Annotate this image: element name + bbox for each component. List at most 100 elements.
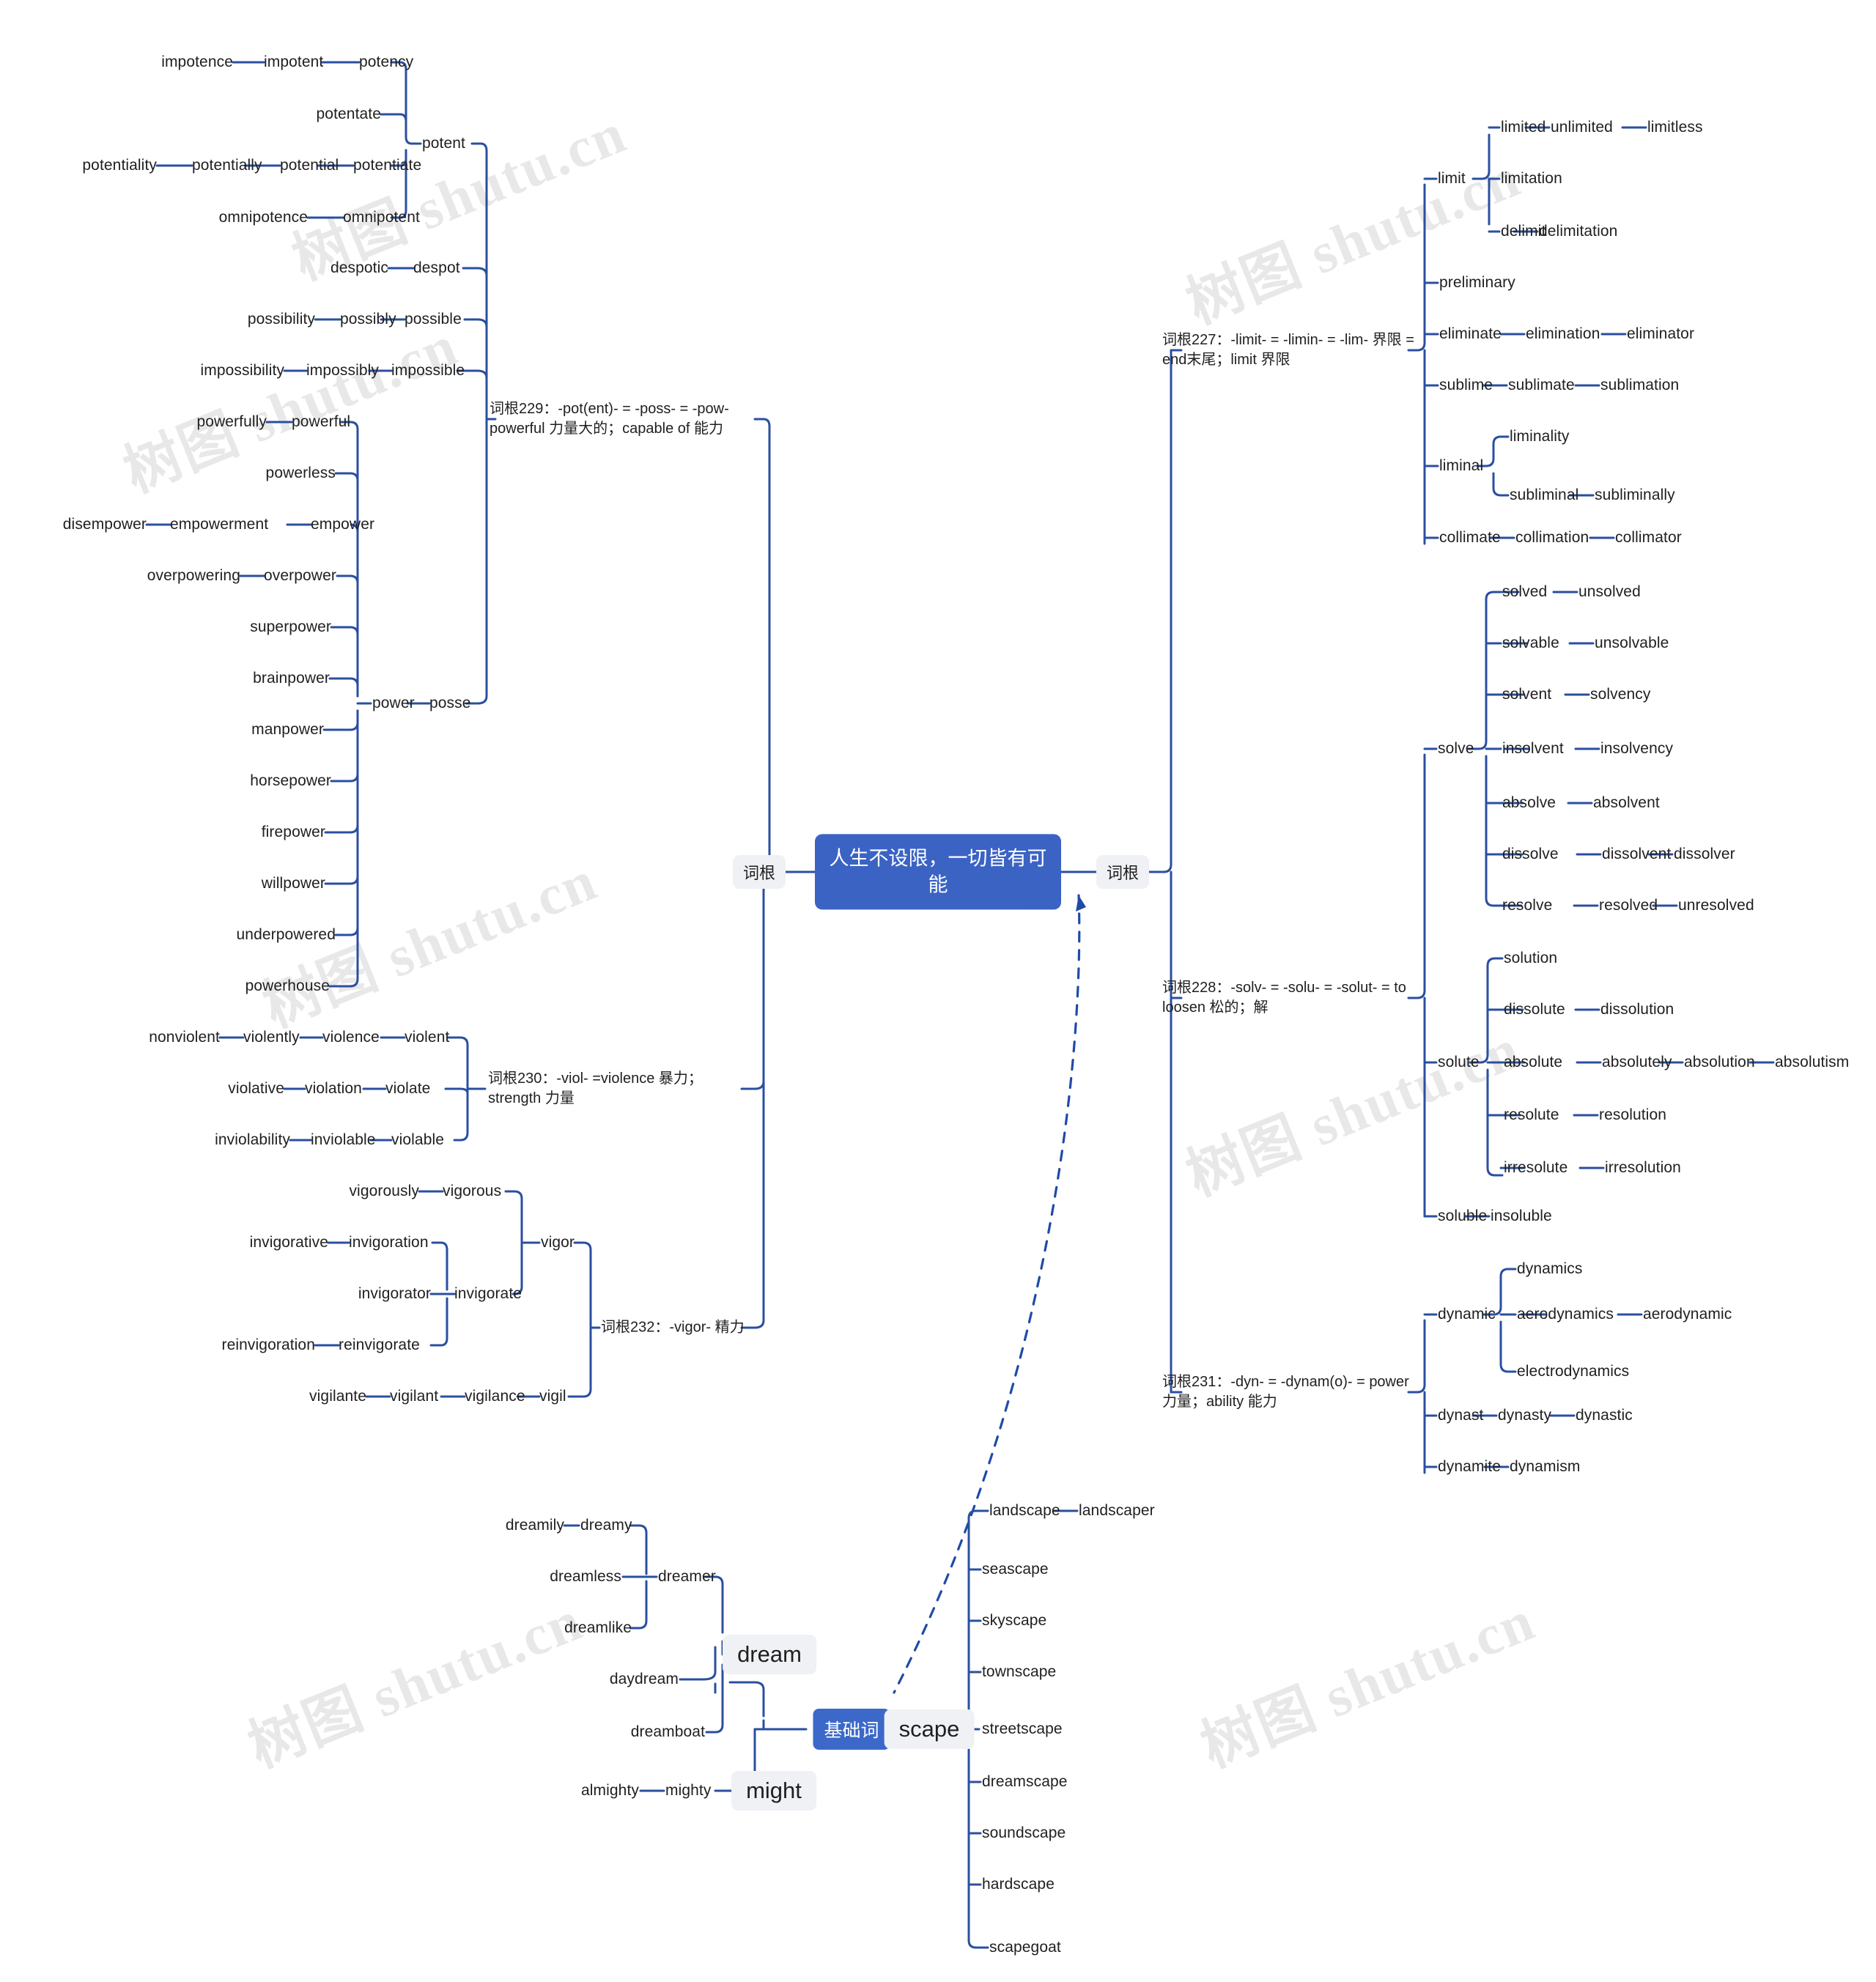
- node-unresolved[interactable]: unresolved: [1678, 896, 1754, 915]
- node-dynastic[interactable]: dynastic: [1576, 1406, 1633, 1425]
- node-disempower[interactable]: disempower: [63, 515, 147, 534]
- node-sublimate[interactable]: sublimate: [1508, 376, 1575, 395]
- node-potentate[interactable]: potentate: [317, 105, 381, 124]
- node-might[interactable]: might: [731, 1771, 816, 1811]
- node-vigorous[interactable]: vigorous: [443, 1182, 501, 1201]
- node-potentially[interactable]: potentially: [192, 156, 262, 175]
- node-skyscape[interactable]: skyscape: [982, 1611, 1046, 1630]
- node-liminality[interactable]: liminality: [1510, 427, 1570, 446]
- node-solvency[interactable]: solvency: [1590, 685, 1651, 704]
- node-empowerment[interactable]: empowerment: [170, 515, 268, 534]
- node-powerful[interactable]: powerful: [292, 413, 350, 432]
- node-empower[interactable]: empower: [311, 515, 374, 534]
- node-reinvigoration[interactable]: reinvigoration: [222, 1336, 315, 1355]
- node-elimination[interactable]: elimination: [1526, 325, 1600, 344]
- node-delimitation[interactable]: delimitation: [1539, 222, 1617, 241]
- node-electrodynamics[interactable]: electrodynamics: [1517, 1362, 1629, 1381]
- node-powerhouse[interactable]: powerhouse: [245, 977, 330, 996]
- node-omnipotence[interactable]: omnipotence: [219, 208, 308, 227]
- node-solved[interactable]: solved: [1502, 583, 1547, 602]
- node-violation[interactable]: violation: [305, 1079, 362, 1098]
- node-aerodynamics[interactable]: aerodynamics: [1517, 1305, 1614, 1324]
- node-solution[interactable]: solution: [1504, 949, 1557, 968]
- node-inviolable[interactable]: inviolable: [311, 1131, 376, 1150]
- node-soundscape[interactable]: soundscape: [982, 1824, 1066, 1843]
- node-dynast[interactable]: dynast: [1438, 1406, 1483, 1425]
- node-brainpower[interactable]: brainpower: [253, 669, 330, 688]
- node-invigorative[interactable]: invigorative: [250, 1233, 328, 1252]
- node-aerodynamic[interactable]: aerodynamic: [1643, 1305, 1732, 1324]
- node-overpowering[interactable]: overpowering: [147, 566, 240, 585]
- node-absolution[interactable]: absolution: [1684, 1053, 1755, 1072]
- node-almighty[interactable]: almighty: [581, 1781, 639, 1800]
- node-collimator[interactable]: collimator: [1615, 528, 1682, 547]
- node-limited[interactable]: limited: [1501, 118, 1546, 137]
- node-solvent[interactable]: solvent: [1502, 685, 1551, 704]
- node-invigorator[interactable]: invigorator: [358, 1284, 431, 1304]
- node-underpowered[interactable]: underpowered: [237, 925, 336, 944]
- node-despotic[interactable]: despotic: [330, 259, 388, 278]
- node-powerless[interactable]: powerless: [266, 464, 336, 483]
- node-mighty[interactable]: mighty: [665, 1781, 711, 1800]
- node-impotence[interactable]: impotence: [161, 53, 233, 72]
- node-unlimited[interactable]: unlimited: [1551, 118, 1613, 137]
- node-soluble[interactable]: soluble: [1438, 1207, 1487, 1226]
- node-dissolver[interactable]: dissolver: [1674, 845, 1735, 864]
- node-violently[interactable]: violently: [243, 1028, 300, 1047]
- node-landscape[interactable]: landscape: [989, 1501, 1060, 1520]
- node-vigilant[interactable]: vigilant: [390, 1387, 438, 1406]
- node-potent[interactable]: potent: [422, 134, 465, 153]
- node-violence[interactable]: violence: [322, 1028, 380, 1047]
- node-dynamics[interactable]: dynamics: [1517, 1260, 1583, 1279]
- node-superpower[interactable]: superpower: [250, 618, 331, 637]
- node-power[interactable]: power: [372, 694, 415, 713]
- node-irresolution[interactable]: irresolution: [1605, 1158, 1681, 1177]
- node-potentiality[interactable]: potentiality: [82, 156, 157, 175]
- node-dynamic[interactable]: dynamic: [1438, 1305, 1496, 1324]
- node-vigil[interactable]: vigil: [539, 1387, 566, 1406]
- node-potency[interactable]: potency: [359, 53, 413, 72]
- node-preliminary[interactable]: preliminary: [1439, 273, 1515, 292]
- node-firepower[interactable]: firepower: [262, 823, 325, 842]
- node-omnipotent[interactable]: omnipotent: [343, 208, 420, 227]
- node-unsolved[interactable]: unsolved: [1578, 583, 1641, 602]
- node-insoluble[interactable]: insoluble: [1491, 1207, 1552, 1226]
- node-streetscape[interactable]: streetscape: [982, 1720, 1063, 1739]
- node-insolvent[interactable]: insolvent: [1502, 739, 1564, 758]
- node-daydream[interactable]: daydream: [610, 1670, 679, 1689]
- node-violable[interactable]: violable: [391, 1131, 444, 1150]
- node-dreamlike[interactable]: dreamlike: [564, 1619, 632, 1638]
- node-solute[interactable]: solute: [1438, 1053, 1480, 1072]
- node-dynamism[interactable]: dynamism: [1510, 1457, 1581, 1476]
- node-eliminator[interactable]: eliminator: [1627, 325, 1694, 344]
- node-posse[interactable]: posse: [429, 694, 471, 713]
- node-collimate[interactable]: collimate: [1439, 528, 1501, 547]
- node-possibly[interactable]: possibly: [340, 310, 396, 329]
- node-eliminate[interactable]: eliminate: [1439, 325, 1502, 344]
- node-violative[interactable]: violative: [228, 1079, 284, 1098]
- node-scape[interactable]: scape: [884, 1709, 975, 1749]
- node-invigoration[interactable]: invigoration: [349, 1233, 429, 1252]
- node-vigilante[interactable]: vigilante: [309, 1387, 366, 1406]
- node-inviolability[interactable]: inviolability: [215, 1131, 290, 1150]
- node-insolvency[interactable]: insolvency: [1600, 739, 1673, 758]
- node-solve[interactable]: solve: [1438, 739, 1474, 758]
- branch-label-basic[interactable]: 基础词: [813, 1709, 890, 1750]
- branch-label-left-cigen[interactable]: 词根: [732, 855, 786, 889]
- node-unsolvable[interactable]: unsolvable: [1595, 634, 1669, 653]
- node-sublime[interactable]: sublime: [1439, 376, 1493, 395]
- node-possibility[interactable]: possibility: [248, 310, 315, 329]
- node-resolute[interactable]: resolute: [1504, 1106, 1559, 1125]
- node-dissolvent[interactable]: dissolvent: [1602, 845, 1671, 864]
- node-dynamite[interactable]: dynamite: [1438, 1457, 1501, 1476]
- node-vigilance[interactable]: vigilance: [465, 1387, 525, 1406]
- node-absolute[interactable]: absolute: [1504, 1053, 1562, 1072]
- node-impotent[interactable]: impotent: [264, 53, 323, 72]
- node-dreamboat[interactable]: dreamboat: [631, 1723, 705, 1742]
- node-overpower[interactable]: overpower: [264, 566, 336, 585]
- node-potentiate[interactable]: potentiate: [353, 156, 421, 175]
- node-scapegoat[interactable]: scapegoat: [989, 1938, 1061, 1957]
- node-dissolution[interactable]: dissolution: [1600, 1000, 1674, 1019]
- node-willpower[interactable]: willpower: [262, 874, 325, 893]
- node-limit[interactable]: limit: [1438, 169, 1466, 188]
